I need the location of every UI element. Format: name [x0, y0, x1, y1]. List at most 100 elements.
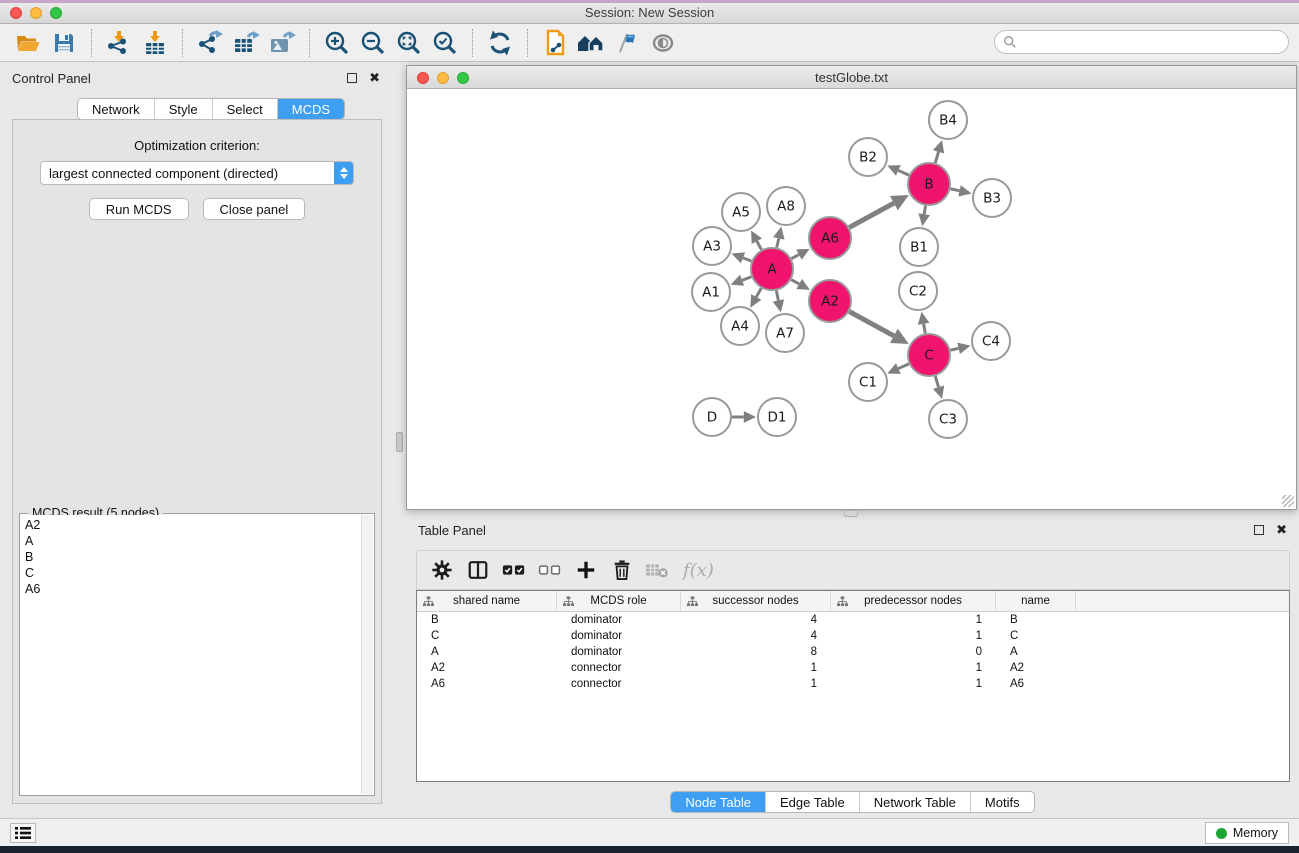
table-tab-edge-table[interactable]: Edge Table	[765, 792, 859, 812]
toolbar-separator	[527, 29, 528, 57]
desktop-background	[0, 846, 1299, 853]
zoom-out-button[interactable]	[355, 27, 391, 59]
graph-edge[interactable]	[742, 277, 751, 281]
export-image-button[interactable]	[264, 27, 300, 59]
apply-layout-button[interactable]	[482, 27, 518, 59]
graph-edge[interactable]	[756, 288, 761, 297]
table-cell: B	[996, 612, 1076, 628]
mcds-result-item[interactable]: B	[25, 549, 357, 565]
column-header-predecessor-nodes[interactable]: predecessor nodes	[831, 591, 996, 611]
table-cell: 1	[831, 676, 996, 692]
table-row[interactable]: Bdominator41B	[417, 612, 1289, 628]
column-header-shared-name[interactable]: shared name	[417, 591, 557, 611]
create-column-button[interactable]	[571, 555, 601, 585]
graph-edge[interactable]	[950, 348, 958, 350]
delete-table-button	[643, 555, 673, 585]
annotations-button[interactable]	[609, 27, 645, 59]
dropdown-stepper-icon	[334, 162, 353, 184]
network-graph[interactable]: B4B2BB3A8A5A6A3B1AA1C2A2A4A7C4CC1DD1C3	[407, 89, 1296, 509]
tab-mcds[interactable]: MCDS	[277, 99, 344, 119]
control-panel: Control Panel ✖ NetworkStyleSelectMCDS O…	[0, 66, 392, 810]
column-header-name[interactable]: name	[996, 591, 1076, 611]
mcds-list-scrollbar[interactable]	[361, 515, 373, 794]
tab-network[interactable]: Network	[78, 99, 154, 119]
run-mcds-button[interactable]: Run MCDS	[89, 198, 189, 220]
close-panel-icon[interactable]: ✖	[369, 73, 380, 83]
table-tab-motifs[interactable]: Motifs	[970, 792, 1034, 812]
trash-icon	[612, 559, 632, 581]
open-session-button[interactable]	[10, 27, 46, 59]
zoom-fit-button[interactable]	[391, 27, 427, 59]
refresh-icon	[487, 30, 513, 56]
search-box[interactable]	[994, 30, 1289, 54]
status-bar: Memory	[0, 818, 1299, 846]
vertical-divider-handle[interactable]	[396, 432, 403, 452]
graph-edge[interactable]	[776, 291, 778, 301]
window-resize-grip[interactable]	[1282, 495, 1294, 507]
flag-icon	[614, 30, 640, 56]
graph-edge[interactable]	[898, 364, 909, 369]
unselect-all-columns-button[interactable]	[535, 555, 565, 585]
mcds-result-item[interactable]: A2	[25, 517, 357, 533]
mcds-result-item[interactable]: A	[25, 533, 357, 549]
import-network-button[interactable]	[101, 27, 137, 59]
control-panel-tabs: NetworkStyleSelectMCDS	[77, 98, 345, 120]
close-table-panel-icon[interactable]: ✖	[1276, 525, 1287, 535]
close-panel-button[interactable]: Close panel	[203, 198, 306, 220]
delete-columns-button[interactable]	[607, 555, 637, 585]
graph-edge[interactable]	[950, 189, 959, 191]
graph-edge[interactable]	[743, 258, 751, 261]
graph-edge[interactable]	[849, 312, 894, 336]
graph-edge[interactable]	[935, 376, 938, 387]
mcds-result-item[interactable]: C	[25, 565, 357, 581]
horizontal-divider-handle[interactable]	[844, 510, 858, 517]
new-network-from-selection-button[interactable]	[537, 27, 573, 59]
import-table-button[interactable]	[137, 27, 173, 59]
memory-button[interactable]: Memory	[1205, 822, 1289, 844]
table-row[interactable]: Adominator80A	[417, 644, 1289, 660]
float-table-panel-icon[interactable]	[1254, 525, 1264, 535]
graph-edge[interactable]	[791, 280, 799, 284]
task-history-button[interactable]	[10, 823, 36, 843]
select-all-columns-button[interactable]	[499, 555, 529, 585]
node-label-C3: C3	[939, 412, 957, 428]
graph-edge[interactable]	[924, 206, 925, 214]
tab-select[interactable]: Select	[212, 99, 277, 119]
graph-edge[interactable]	[777, 238, 779, 247]
table-row[interactable]: Cdominator41C	[417, 628, 1289, 644]
table-row[interactable]: A2connector11A2	[417, 660, 1289, 676]
search-input[interactable]	[1017, 32, 1288, 52]
graph-edge[interactable]	[849, 203, 894, 227]
column-header-successor-nodes[interactable]: successor nodes	[681, 591, 831, 611]
criterion-dropdown[interactable]: largest connected component (directed)	[40, 161, 354, 185]
table-cell: 1	[681, 676, 831, 692]
graph-edge[interactable]	[924, 324, 926, 334]
tab-style[interactable]: Style	[154, 99, 212, 119]
network-canvas[interactable]: B4B2BB3A8A5A6A3B1AA1C2A2A4A7C4CC1DD1C3	[407, 89, 1296, 509]
float-panel-icon[interactable]	[347, 73, 357, 83]
show-graphics-details-button[interactable]	[645, 27, 681, 59]
save-session-button[interactable]	[46, 27, 82, 59]
export-table-button[interactable]	[228, 27, 264, 59]
node-table[interactable]: shared nameMCDS rolesuccessor nodesprede…	[416, 590, 1290, 782]
show-columns-button[interactable]	[463, 555, 493, 585]
node-label-A: A	[767, 262, 777, 278]
table-cell: 1	[831, 628, 996, 644]
first-neighbors-button[interactable]	[573, 27, 609, 59]
mcds-result-item[interactable]: A6	[25, 581, 357, 597]
table-row[interactable]: A6connector11A6	[417, 676, 1289, 692]
export-network-button[interactable]	[192, 27, 228, 59]
graph-edge[interactable]	[935, 152, 938, 163]
graph-edge[interactable]	[898, 170, 909, 175]
column-header-MCDS-role[interactable]: MCDS role	[557, 591, 681, 611]
zoom-selected-button[interactable]	[427, 27, 463, 59]
graph-edge[interactable]	[757, 241, 762, 250]
table-options-button[interactable]	[427, 555, 457, 585]
list-icon	[15, 826, 31, 840]
table-tab-node-table[interactable]: Node Table	[671, 792, 765, 812]
table-tabs: Node TableEdge TableNetwork TableMotifs	[406, 791, 1299, 813]
mcds-result-list[interactable]: A2ABCA6	[21, 515, 361, 794]
table-tab-network-table[interactable]: Network Table	[859, 792, 970, 812]
graph-edge[interactable]	[791, 255, 799, 259]
zoom-in-button[interactable]	[319, 27, 355, 59]
